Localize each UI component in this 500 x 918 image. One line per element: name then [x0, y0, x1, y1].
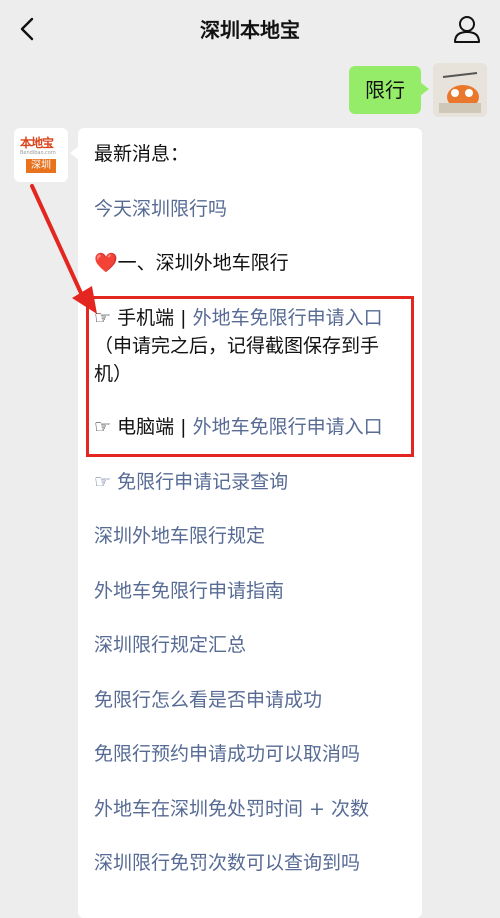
pc-entry-row: ☞ 电脑端 | 外地车免限行申请入口 [94, 413, 383, 441]
separator: | [180, 416, 187, 438]
avatar-brand-text: 本地宝 [20, 136, 54, 150]
avatar-city-badge: 深圳 [26, 159, 56, 173]
mobile-label: 手机端 [117, 307, 175, 329]
pc-apply-link[interactable]: 外地车免限行申请入口 [193, 416, 383, 438]
chat-title: 深圳本地宝 [200, 18, 300, 42]
mobile-entry-row: ☞ 手机端 | 外地车免限行申请入口 [94, 304, 383, 332]
pointing-hand-icon: ☞ [94, 307, 112, 329]
heart-icon: ❤️ [94, 252, 118, 274]
record-query-row: ☞ 免限行申请记录查询 [94, 468, 288, 496]
section-title: 一、深圳外地车限行 [117, 252, 289, 274]
link-check-success[interactable]: 免限行怎么看是否申请成功 [94, 686, 322, 714]
incoming-message-bubble: 最新消息： 今天深圳限行吗 ❤️一、深圳外地车限行 ☞ 手机端 | 外地车免限行… [70, 128, 422, 918]
link-cancel-booking[interactable]: 免限行预约申请成功可以取消吗 [94, 740, 360, 768]
avatar-illustration-icon [433, 63, 487, 117]
message-heading: 最新消息： [94, 143, 190, 165]
outgoing-message-text: 限行 [365, 78, 405, 102]
note-line-1: （申请完之后，记得截图保存到手 [94, 335, 380, 357]
link-foreign-car-rules[interactable]: 深圳外地车限行规定 [94, 522, 265, 550]
section-title-row: ❤️一、深圳外地车限行 [94, 249, 289, 277]
pc-label: 电脑端 [117, 416, 175, 438]
official-account-avatar[interactable]: 本地宝 Bendibao.com 深圳 [14, 128, 68, 182]
pointing-hand-icon: ☞ [94, 471, 112, 493]
link-rules-summary[interactable]: 深圳限行规定汇总 [94, 631, 246, 659]
avatar-domain-text: Bendibao.com [20, 150, 56, 156]
note-line-2: 机） [94, 363, 133, 385]
my-avatar[interactable] [433, 63, 487, 117]
link-today-restriction[interactable]: 今天深圳限行吗 [94, 195, 227, 223]
mobile-apply-link[interactable]: 外地车免限行申请入口 [193, 307, 383, 329]
link-exemption-guide[interactable]: 外地车免限行申请指南 [94, 577, 284, 605]
record-query-link[interactable]: 免限行申请记录查询 [117, 471, 288, 493]
link-penalty-free-times[interactable]: 外地车在深圳免处罚时间 + 次数 [94, 795, 369, 823]
pointing-hand-icon: ☞ [94, 416, 112, 438]
link-query-free-count[interactable]: 深圳限行免罚次数可以查询到吗 [94, 849, 360, 877]
user-profile-icon[interactable] [452, 14, 482, 44]
separator: | [180, 307, 187, 329]
outgoing-message-bubble[interactable]: 限行 [349, 66, 429, 114]
chat-header: 深圳本地宝 [0, 0, 500, 58]
